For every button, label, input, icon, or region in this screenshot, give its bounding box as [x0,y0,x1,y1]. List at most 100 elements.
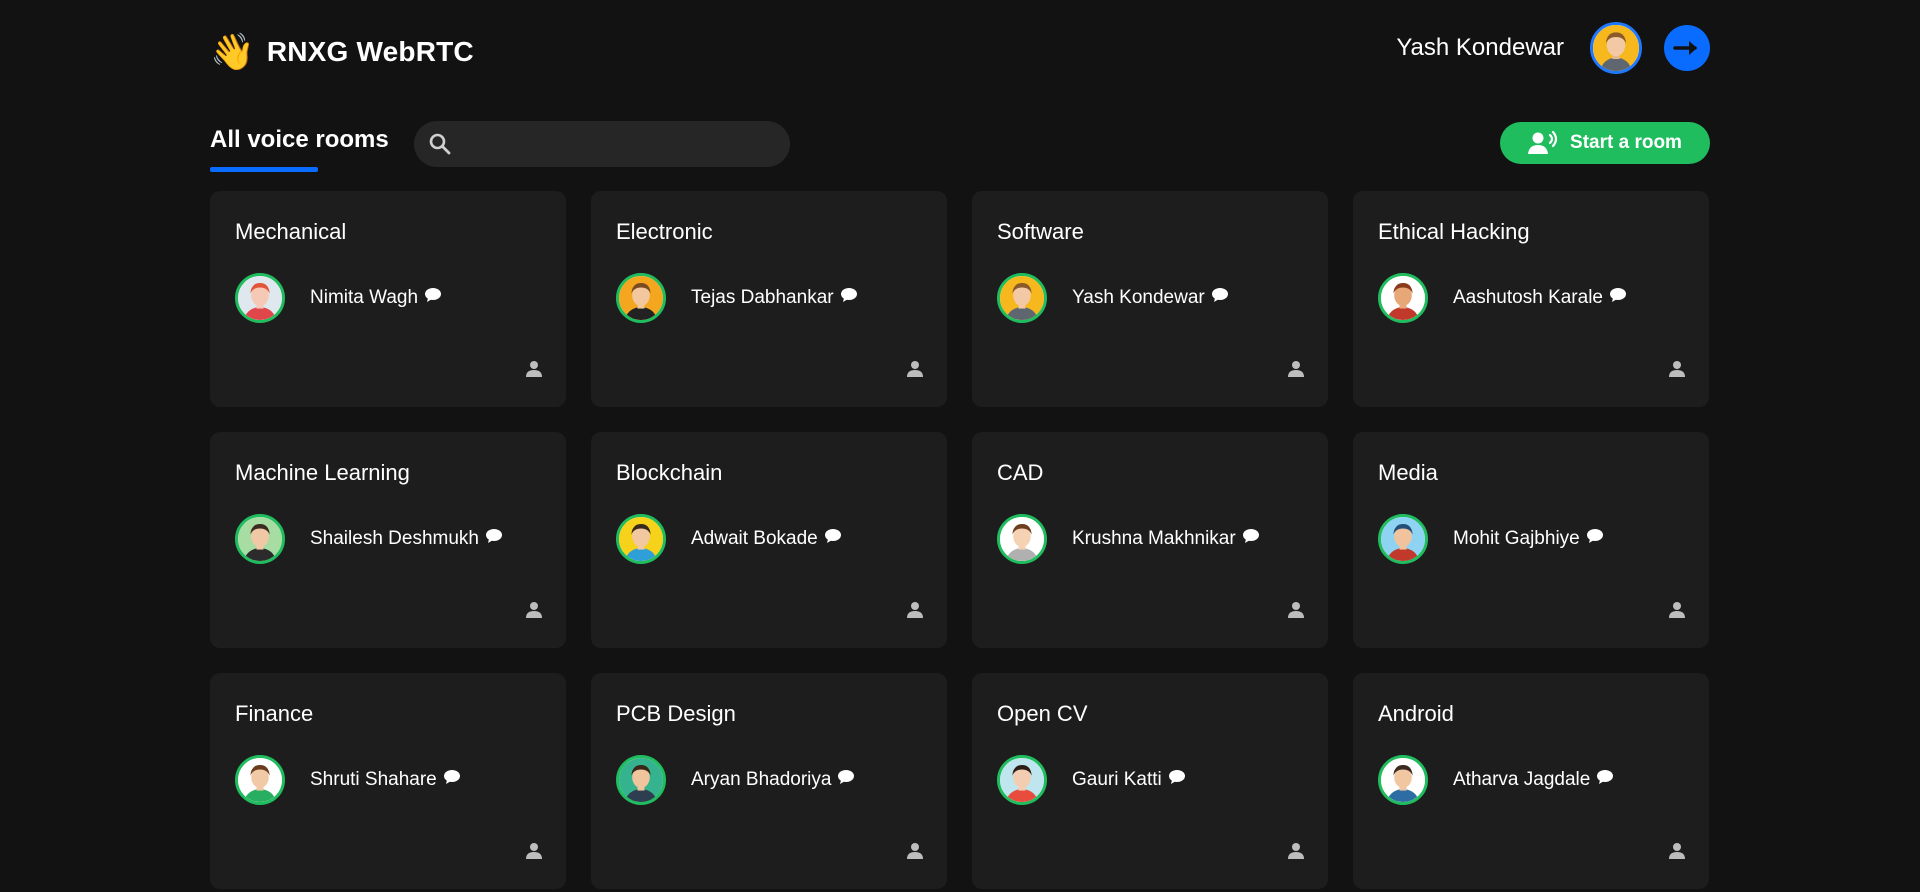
active-tab-indicator [210,167,318,172]
user-count-icon [1288,360,1304,377]
room-topic: Media [1378,460,1438,485]
speaker-avatar [997,273,1047,323]
user-count-icon [907,601,923,618]
room-topic: Ethical Hacking [1378,219,1530,244]
speaker-avatar [1378,273,1428,323]
user-count-icon [907,360,923,377]
logout-button[interactable] [1664,25,1710,71]
room-card[interactable]: Blockchain Adwait Bokade [591,432,947,648]
room-card[interactable]: Software Yash Kondewar [972,191,1328,407]
start-room-button[interactable]: Start a room [1500,122,1710,164]
waving-hand-icon: 👋 [210,31,255,72]
chat-bubble-icon [1168,769,1186,785]
user-count-icon [526,842,542,859]
speaker-name: Tejas Dabhankar [691,287,834,308]
speaker-name: Shailesh Deshmukh [310,528,479,549]
app-title: RNXG WebRTC [266,36,474,67]
speaker-avatar [997,755,1047,805]
chat-bubble-icon [1211,287,1229,303]
room-card[interactable]: Open CV Gauri Katti [972,673,1328,889]
room-card[interactable]: Mechanical Nimita Wagh [210,191,566,407]
current-user-name: Yash Kondewar [1396,34,1564,61]
chat-bubble-icon [837,769,855,785]
room-topic: PCB Design [616,701,736,726]
navbar: 👋 RNXG WebRTC Yash Kondewar [210,0,1710,100]
room-speaker: Gauri Katti [997,755,1186,805]
user-voice-icon [1528,131,1558,154]
room-topic: Blockchain [616,460,723,485]
chat-bubble-icon [485,528,503,544]
user-count-icon [1288,601,1304,618]
room-topic: Mechanical [235,219,347,244]
speaker-name: Aashutosh Karale [1453,287,1603,308]
chat-bubble-icon [840,287,858,303]
room-card[interactable]: CAD Krushna Makhnikar [972,432,1328,648]
user-count-icon [907,842,923,859]
room-card[interactable]: Media Mohit Gajbhiye [1353,432,1709,648]
room-card[interactable]: PCB Design Aryan Bhadoriya [591,673,947,889]
room-speaker: Adwait Bokade [616,514,842,564]
room-speaker: Atharva Jagdale [1378,755,1614,805]
room-speaker: Aashutosh Karale [1378,273,1627,323]
speaker-name: Krushna Makhnikar [1072,528,1236,549]
room-speaker: Krushna Makhnikar [997,514,1260,564]
room-topic: Software [997,219,1084,244]
speaker-avatar [616,273,666,323]
room-speaker: Mohit Gajbhiye [1378,514,1604,564]
speaker-avatar [997,514,1047,564]
room-speaker: Nimita Wagh [235,273,442,323]
speaker-avatar [616,755,666,805]
room-speaker: Yash Kondewar [997,273,1229,323]
speaker-name: Aryan Bhadoriya [691,769,832,790]
speaker-name: Adwait Bokade [691,528,818,549]
search-box[interactable] [414,121,790,167]
user-menu: Yash Kondewar [1396,22,1710,74]
room-speaker: Aryan Bhadoriya [616,755,855,805]
room-topic: CAD [997,460,1044,485]
room-topic: Machine Learning [235,460,410,485]
rooms-toolbar: All voice rooms Start a room [210,118,1710,174]
speaker-name: Gauri Katti [1072,769,1162,790]
room-card[interactable]: Ethical Hacking Aashutosh Karale [1353,191,1709,407]
room-card[interactable]: Finance Shruti Shahare [210,673,566,889]
room-topic: Finance [235,701,314,726]
tab-all-voice-rooms[interactable]: All voice rooms [210,126,389,154]
room-speaker: Tejas Dabhankar [616,273,858,323]
brand-logo[interactable]: 👋 RNXG WebRTC [210,30,474,74]
search-input[interactable] [462,133,790,155]
room-topic: Open CV [997,701,1088,726]
arrow-right-icon [1673,41,1697,55]
speaker-name: Atharva Jagdale [1453,769,1591,790]
user-avatar-icon[interactable] [1590,22,1642,74]
speaker-avatar [235,273,285,323]
user-count-icon [1669,360,1685,377]
chat-bubble-icon [424,287,442,303]
speaker-avatar [235,755,285,805]
room-topic: Electronic [616,219,713,244]
room-card[interactable]: Android Atharva Jagdale [1353,673,1709,889]
speaker-avatar [616,514,666,564]
chat-bubble-icon [1586,528,1604,544]
chat-bubble-icon [443,769,461,785]
chat-bubble-icon [1609,287,1627,303]
start-room-label: Start a room [1570,132,1682,153]
speaker-avatar [235,514,285,564]
speaker-name: Nimita Wagh [310,287,419,308]
speaker-avatar [1378,514,1428,564]
room-speaker: Shruti Shahare [235,755,461,805]
search-icon [429,133,451,155]
speaker-avatar [1378,755,1428,805]
rooms-grid: Mechanical Nimita Wagh Electronic Tejas … [210,191,1711,889]
user-count-icon [526,601,542,618]
room-card[interactable]: Machine Learning Shailesh Deshmukh [210,432,566,648]
user-count-icon [1669,842,1685,859]
room-speaker: Shailesh Deshmukh [235,514,503,564]
speaker-name: Mohit Gajbhiye [1453,528,1580,549]
speaker-name: Yash Kondewar [1072,287,1205,308]
chat-bubble-icon [1596,769,1614,785]
speaker-name: Shruti Shahare [310,769,437,790]
user-count-icon [1288,842,1304,859]
chat-bubble-icon [1242,528,1260,544]
user-count-icon [1669,601,1685,618]
room-card[interactable]: Electronic Tejas Dabhankar [591,191,947,407]
